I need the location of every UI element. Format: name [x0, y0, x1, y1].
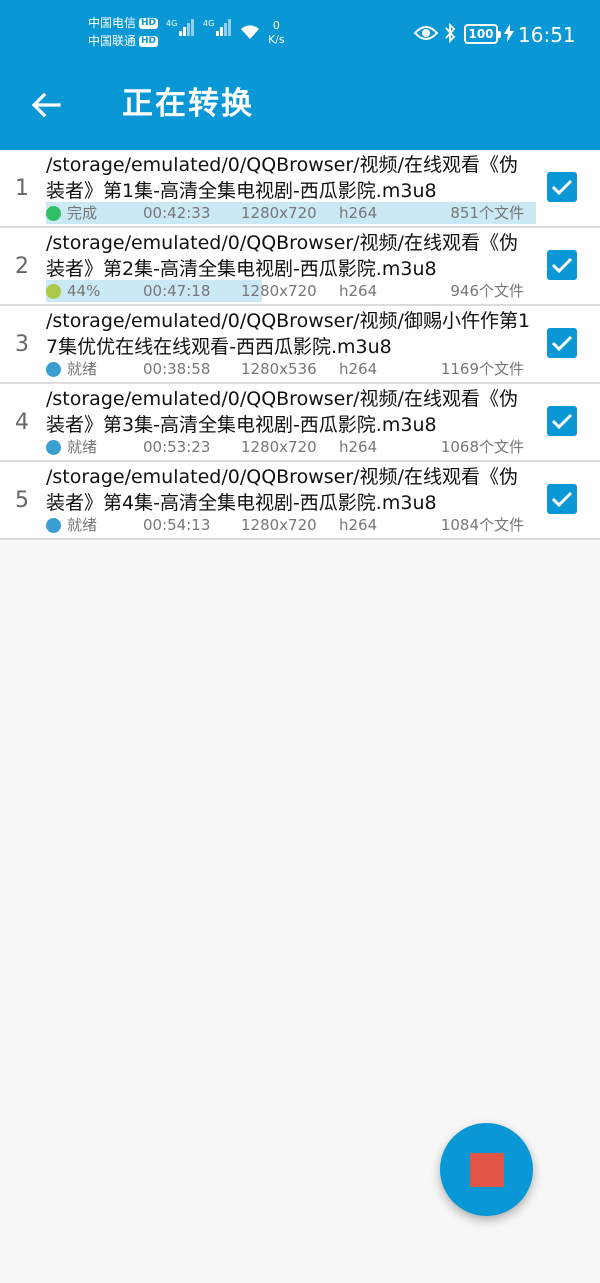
item-resolution: 1280x720 [241, 516, 317, 534]
item-meta: 就绪 00:38:58 1280x536 h264 1169个文件 [46, 358, 536, 380]
status-dot-icon [46, 206, 61, 221]
item-checkbox[interactable] [547, 406, 577, 436]
checkmark-icon [551, 257, 573, 274]
item-resolution: 1280x536 [241, 360, 317, 378]
item-duration: 00:54:13 [143, 516, 211, 534]
page-title: 正在转换 [122, 86, 254, 122]
item-meta: 完成 00:42:33 1280x720 h264 851个文件 [46, 202, 536, 224]
item-index: 2 [15, 254, 29, 279]
network-type-1: 4G [166, 19, 178, 28]
checkmark-icon [551, 179, 573, 196]
item-checkbox[interactable] [547, 328, 577, 358]
checkmark-icon [551, 413, 573, 430]
item-status: 就绪 [67, 360, 98, 378]
carrier-1: 中国电信 HD [88, 14, 159, 32]
item-resolution: 1280x720 [241, 282, 317, 300]
status-dot-icon [46, 518, 61, 533]
item-file-count: 1068个文件 [440, 438, 524, 456]
item-index: 4 [15, 410, 29, 435]
item-codec: h264 [339, 204, 378, 222]
list-item[interactable]: 4 /storage/emulated/0/QQBrowser/视频/在线观看《… [0, 384, 600, 462]
carrier-info: 中国电信 HD 中国联通 HD [88, 14, 159, 50]
list-item[interactable]: 2 /storage/emulated/0/QQBrowser/视频/在线观看《… [0, 228, 600, 306]
item-checkbox[interactable] [547, 484, 577, 514]
checkmark-icon [551, 491, 573, 508]
item-duration: 00:38:58 [143, 360, 211, 378]
item-file-count: 1169个文件 [440, 360, 524, 378]
battery-icon: 100 [464, 24, 501, 44]
status-dot-icon [46, 362, 61, 377]
hd-badge: HD [139, 35, 159, 47]
conversion-list: 1 /storage/emulated/0/QQBrowser/视频/在线观看《… [0, 150, 600, 540]
charging-icon [504, 24, 514, 42]
item-duration: 00:47:18 [143, 282, 211, 300]
carrier-1-name: 中国电信 [88, 16, 137, 30]
status-bar: 中国电信 HD 中国联通 HD 4G 4G 0 K/s 100 16:51 [0, 0, 600, 57]
item-meta: 就绪 00:54:13 1280x720 h264 1084个文件 [46, 514, 536, 536]
arrow-back-icon [31, 92, 61, 118]
item-duration: 00:53:23 [143, 438, 211, 456]
item-checkbox[interactable] [547, 250, 577, 280]
item-status: 就绪 [67, 438, 98, 456]
item-codec: h264 [339, 516, 378, 534]
signal-2-icon: 4G [203, 19, 232, 36]
list-item[interactable]: 5 /storage/emulated/0/QQBrowser/视频/在线观看《… [0, 462, 600, 540]
item-duration: 00:42:33 [143, 204, 211, 222]
list-item[interactable]: 3 /storage/emulated/0/QQBrowser/视频/御赐小仵作… [0, 306, 600, 384]
item-codec: h264 [339, 282, 378, 300]
item-index: 1 [15, 176, 29, 201]
item-path: /storage/emulated/0/QQBrowser/视频/在线观看《伪装… [46, 232, 518, 280]
signal-1-icon: 4G [166, 19, 195, 36]
carrier-2-name: 中国联通 [88, 34, 137, 48]
item-status: 就绪 [67, 516, 98, 534]
list-item[interactable]: 1 /storage/emulated/0/QQBrowser/视频/在线观看《… [0, 150, 600, 228]
app-toolbar: 正在转换 [0, 57, 600, 150]
item-path: /storage/emulated/0/QQBrowser/视频/在线观看《伪装… [46, 466, 518, 514]
item-file-count: 1084个文件 [440, 516, 524, 534]
back-button[interactable] [22, 81, 70, 129]
checkmark-icon [551, 335, 573, 352]
item-resolution: 1280x720 [241, 204, 317, 222]
item-codec: h264 [339, 438, 378, 456]
item-file-count: 851个文件 [450, 204, 524, 222]
eye-icon [414, 26, 438, 40]
stop-button[interactable] [440, 1123, 533, 1216]
item-status: 完成 [67, 204, 98, 222]
carrier-2: 中国联通 HD [88, 32, 159, 50]
item-path: /storage/emulated/0/QQBrowser/视频/御赐小仵作第1… [46, 310, 531, 358]
item-resolution: 1280x720 [241, 438, 317, 456]
item-file-count: 946个文件 [450, 282, 524, 300]
speed-value: 0 [272, 19, 280, 32]
network-speed: 0 K/s [268, 19, 285, 47]
item-status: 44% [67, 282, 101, 300]
status-dot-icon [46, 440, 61, 455]
bluetooth-icon [445, 23, 456, 43]
item-meta: 44% 00:47:18 1280x720 h264 946个文件 [46, 280, 536, 302]
stop-icon [469, 1152, 504, 1187]
status-dot-icon [46, 284, 61, 299]
speed-unit: K/s [268, 33, 285, 46]
network-type-2: 4G [203, 19, 215, 28]
hd-badge: HD [139, 17, 159, 29]
item-checkbox[interactable] [547, 172, 577, 202]
wifi-icon [241, 25, 259, 39]
item-path: /storage/emulated/0/QQBrowser/视频/在线观看《伪装… [46, 388, 518, 436]
item-codec: h264 [339, 360, 378, 378]
item-meta: 就绪 00:53:23 1280x720 h264 1068个文件 [46, 436, 536, 458]
battery-level: 100 [468, 27, 494, 41]
item-index: 3 [15, 332, 29, 357]
item-index: 5 [15, 488, 29, 513]
item-path: /storage/emulated/0/QQBrowser/视频/在线观看《伪装… [46, 154, 518, 202]
clock: 16:51 [518, 23, 576, 47]
